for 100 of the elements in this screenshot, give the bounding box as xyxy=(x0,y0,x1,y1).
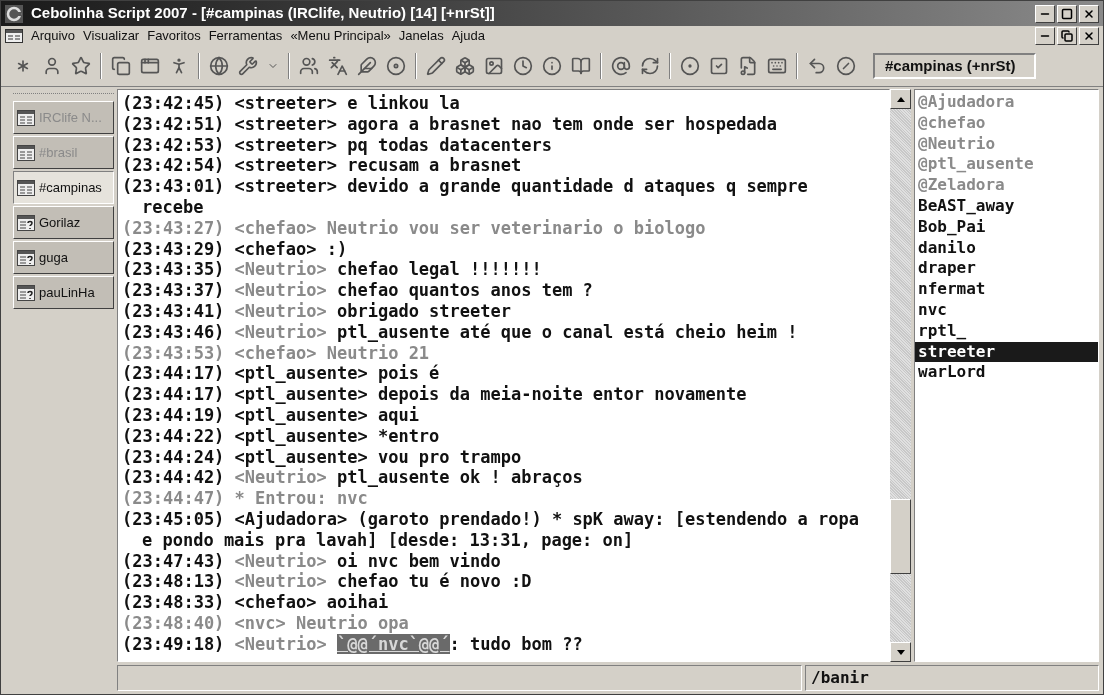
scrollbar[interactable] xyxy=(890,89,911,662)
nick-list-item[interactable]: nfermat xyxy=(915,279,1098,300)
chat-nick[interactable]: <streeter> xyxy=(234,176,337,197)
close-button[interactable] xyxy=(1079,4,1099,23)
chat-message: (garoto prendado!) * spK away: [estendendo a ropa xyxy=(357,508,859,529)
menu-item[interactable]: Janelas xyxy=(398,26,444,46)
refresh-icon[interactable] xyxy=(640,56,660,76)
window-tab[interactable]: #campinas xyxy=(13,171,114,204)
chat-nick[interactable]: <ptl_ausente> xyxy=(234,446,368,467)
maximize-button[interactable] xyxy=(1057,4,1077,23)
menu-item[interactable]: «Menu Principal» xyxy=(290,26,391,46)
nick-list-item[interactable]: Bob_Pai xyxy=(915,216,1098,238)
window-icon[interactable] xyxy=(140,56,160,76)
chat-message: devido a grande quantidade d ataques q sempre xyxy=(347,176,808,197)
chat-timestamp: (23:45:05) xyxy=(122,508,225,529)
close-icon xyxy=(1083,30,1095,42)
chat-timestamp: (23:43:41) xyxy=(122,300,225,321)
chat-timestamp: (23:44:17) xyxy=(122,363,225,384)
query-window-icon xyxy=(17,214,35,231)
menu-item[interactable]: Arquivo xyxy=(31,26,76,46)
highlighted-mention: `@@´nvc`@@´ xyxy=(337,633,450,654)
document-icon xyxy=(5,29,23,43)
chat-message-continuation: e pondo mais pra lavah] [desde: 13:31, page: on] xyxy=(142,529,634,550)
chat-timestamp: (23:43:27) xyxy=(122,217,225,238)
chat-nick[interactable]: <ptl_ausente> xyxy=(234,425,368,446)
window-tab[interactable]: Gorilaz xyxy=(13,206,114,239)
down-triangle-icon xyxy=(896,649,905,655)
chat-nick[interactable]: <Ajudadora> xyxy=(234,508,348,529)
tools-icon[interactable] xyxy=(238,56,258,76)
query-window-icon xyxy=(17,249,35,266)
chat-timestamp: (23:44:17) xyxy=(122,384,225,405)
image-icon[interactable] xyxy=(484,56,504,76)
menu-item[interactable]: Favoritos xyxy=(147,26,201,46)
restore-button[interactable] xyxy=(1057,27,1077,45)
chat-nick[interactable]: <ptl_ausente> xyxy=(234,363,368,384)
chat-timestamp: (23:44:47) xyxy=(122,488,225,509)
nick-list-item[interactable]: warLord xyxy=(915,362,1098,384)
window-tab[interactable]: guga xyxy=(13,241,114,274)
chat-message: ptl_ausente até que o canal está cheio heim ! xyxy=(337,321,798,342)
circle-icon[interactable] xyxy=(680,56,700,76)
window-tab[interactable]: pauLinHa xyxy=(13,276,114,309)
nick-list-item[interactable]: danilo xyxy=(915,237,1098,259)
at-sign-icon[interactable] xyxy=(611,56,631,76)
chat-timestamp: (23:43:53) xyxy=(122,342,225,363)
chat-nick[interactable]: <chefao> xyxy=(234,238,317,259)
checkbox-icon[interactable] xyxy=(709,56,729,76)
nick-list-item[interactable]: streeter xyxy=(915,341,1098,363)
minimize-button[interactable] xyxy=(1035,27,1055,45)
chat-timestamp: (23:42:54) xyxy=(122,155,225,176)
music-file-icon[interactable] xyxy=(738,56,758,76)
info-icon[interactable] xyxy=(542,56,562,76)
chat-message: : tudo bom ?? xyxy=(449,633,583,654)
star-icon[interactable] xyxy=(71,56,91,76)
pencil-icon[interactable] xyxy=(426,56,446,76)
back-arrow-icon[interactable] xyxy=(807,56,827,76)
chat-nick[interactable]: <streeter> xyxy=(234,155,337,176)
chat-nick[interactable]: <streeter> xyxy=(234,134,337,155)
scroll-down-button[interactable] xyxy=(890,642,911,662)
letters-icon[interactable] xyxy=(328,56,348,76)
windows-icon[interactable] xyxy=(111,56,131,76)
message-input[interactable] xyxy=(117,665,802,691)
chat-timestamp: (23:43:35) xyxy=(122,259,225,280)
menu-item[interactable]: Ajuda xyxy=(451,26,485,46)
menu-item[interactable]: Ferramentas xyxy=(208,26,283,46)
chat-nick[interactable]: <streeter> xyxy=(234,93,337,113)
chat-message: Neutrio opa xyxy=(296,612,409,633)
circle-slash-icon[interactable] xyxy=(836,56,856,76)
chat-message: oi nvc bem vindo xyxy=(337,550,501,571)
chat-timestamp: (23:42:53) xyxy=(122,134,225,155)
users-icon[interactable] xyxy=(299,56,319,76)
scroll-up-button[interactable] xyxy=(890,89,911,109)
chat-message: chefao quantos anos tem ? xyxy=(337,280,593,301)
book-icon[interactable] xyxy=(571,56,591,76)
close-button[interactable] xyxy=(1079,27,1099,45)
chat-nick[interactable]: <ptl_ausente> xyxy=(234,384,368,405)
clock-icon[interactable] xyxy=(513,56,533,76)
minimize-button[interactable] xyxy=(1035,4,1055,23)
chat-nick[interactable]: <ptl_ausente> xyxy=(234,404,368,425)
restore-icon xyxy=(1061,30,1073,42)
keyboard-icon[interactable] xyxy=(767,56,787,76)
chat-timestamp: (23:48:40) xyxy=(122,612,225,633)
boxes-icon[interactable] xyxy=(455,56,475,76)
chat-message: vou pro trampo xyxy=(377,446,522,467)
nick-list-item[interactable]: BeAST_away xyxy=(915,196,1098,217)
feather-icon[interactable] xyxy=(357,56,377,76)
chat-nick[interactable]: <streeter> xyxy=(234,113,337,134)
chat-nick[interactable]: <chefao> xyxy=(234,592,317,613)
nick-list-item[interactable]: rptl_ xyxy=(915,320,1098,342)
command-field[interactable]: /banir xyxy=(805,665,1099,691)
chat-timestamp: (23:48:13) xyxy=(122,571,225,592)
globe-icon[interactable] xyxy=(209,56,229,76)
scroll-thumb[interactable] xyxy=(890,499,911,574)
chat-message: chefao legal !!!!!!! xyxy=(337,259,542,280)
user-icon[interactable] xyxy=(42,56,62,76)
chat-timestamp: (23:47:43) xyxy=(122,550,225,571)
menu-item[interactable]: Visualizar xyxy=(83,26,140,46)
nick-list-item[interactable]: draper xyxy=(915,258,1098,280)
channel-window-icon xyxy=(17,144,35,161)
nick-list-item[interactable]: nvc xyxy=(915,299,1098,321)
disc-icon[interactable] xyxy=(386,56,406,76)
